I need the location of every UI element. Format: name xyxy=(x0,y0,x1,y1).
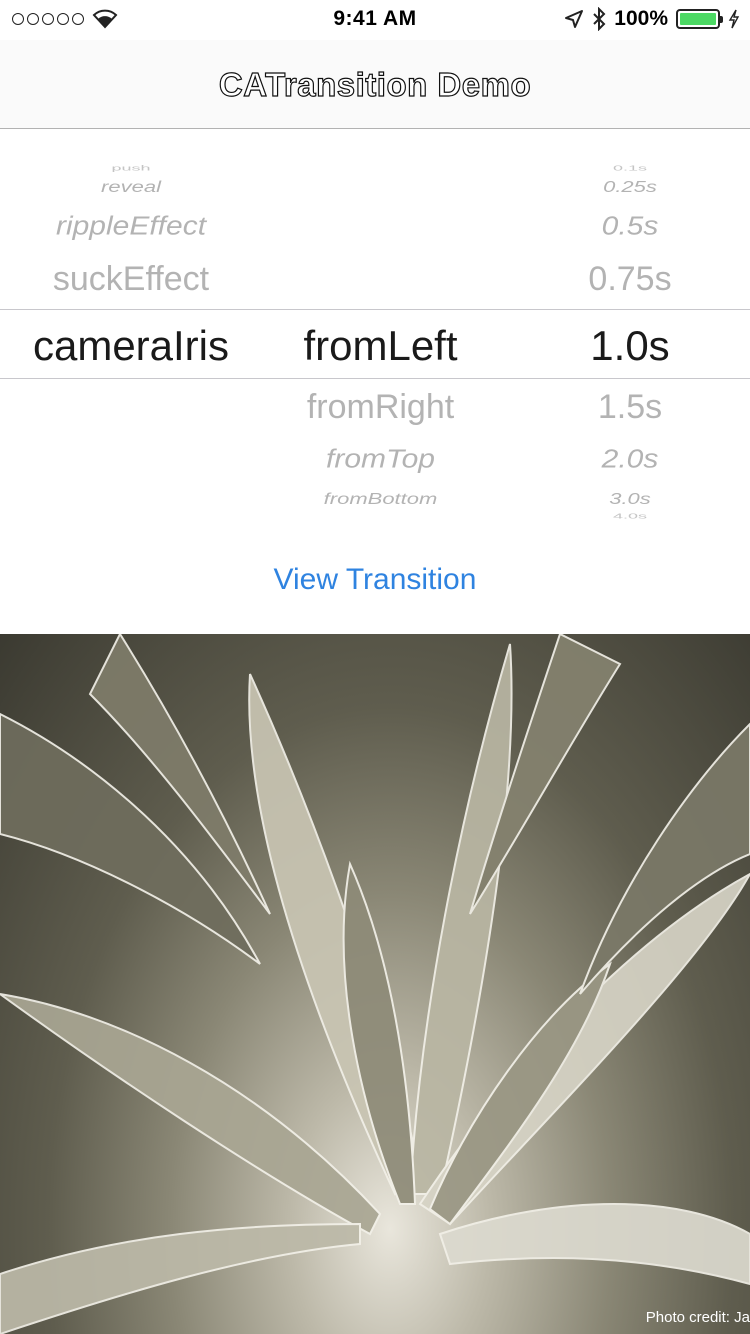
page-title: CATransition Demo xyxy=(218,65,532,103)
picker-row[interactable]: 0.25s xyxy=(510,178,750,196)
picker-row-selected[interactable]: fromLeft xyxy=(262,322,499,370)
picker-row[interactable]: push xyxy=(0,164,262,172)
agave-photo: Photo credit: Ja xyxy=(0,634,750,1334)
picker-row[interactable]: 0.75s xyxy=(510,260,750,299)
picker-row[interactable]: rippleEffect xyxy=(0,213,262,242)
picker-row[interactable]: 4.0s xyxy=(510,512,750,520)
charging-bolt-icon xyxy=(728,9,740,29)
view-transition-button[interactable]: View Transition xyxy=(0,563,750,597)
navigation-bar: CATransition Demo xyxy=(0,40,750,129)
picker-row[interactable]: reveal xyxy=(0,178,262,196)
agave-leaves-illustration xyxy=(0,634,750,1334)
picker-row[interactable]: 0.5s xyxy=(510,213,750,242)
status-right: 100% xyxy=(564,7,740,31)
transition-picker[interactable]: push reveal rippleEffect suckEffect came… xyxy=(0,130,750,530)
status-bar: 9:41 AM 100% xyxy=(0,0,750,40)
picker-row[interactable]: fromTop xyxy=(262,446,499,475)
picker-row[interactable]: 2.0s xyxy=(510,446,750,475)
picker-row-selected[interactable]: cameraIris xyxy=(0,322,262,370)
battery-icon xyxy=(676,9,723,29)
picker-row-selected[interactable]: 1.0s xyxy=(510,322,750,370)
picker-row[interactable]: fromBottom xyxy=(262,490,499,508)
bluetooth-icon xyxy=(593,7,606,31)
picker-row[interactable]: 1.5s xyxy=(510,388,750,427)
picker-column-subtype[interactable]: fromLeft fromRight fromTop fromBottom xyxy=(262,130,499,530)
battery-percent: 100% xyxy=(614,7,668,30)
photo-credit: Photo credit: Ja xyxy=(645,1309,750,1326)
picker-column-type[interactable]: push reveal rippleEffect suckEffect came… xyxy=(0,130,262,530)
picker-row[interactable]: 0.1s xyxy=(510,164,750,172)
picker-column-duration[interactable]: 0.1s 0.25s 0.5s 0.75s 1.0s 1.5s 2.0s 3.0… xyxy=(510,130,750,530)
picker-row[interactable]: suckEffect xyxy=(0,260,262,299)
location-arrow-icon xyxy=(565,10,584,28)
picker-row[interactable]: fromRight xyxy=(262,388,499,427)
picker-row[interactable]: 3.0s xyxy=(510,490,750,508)
